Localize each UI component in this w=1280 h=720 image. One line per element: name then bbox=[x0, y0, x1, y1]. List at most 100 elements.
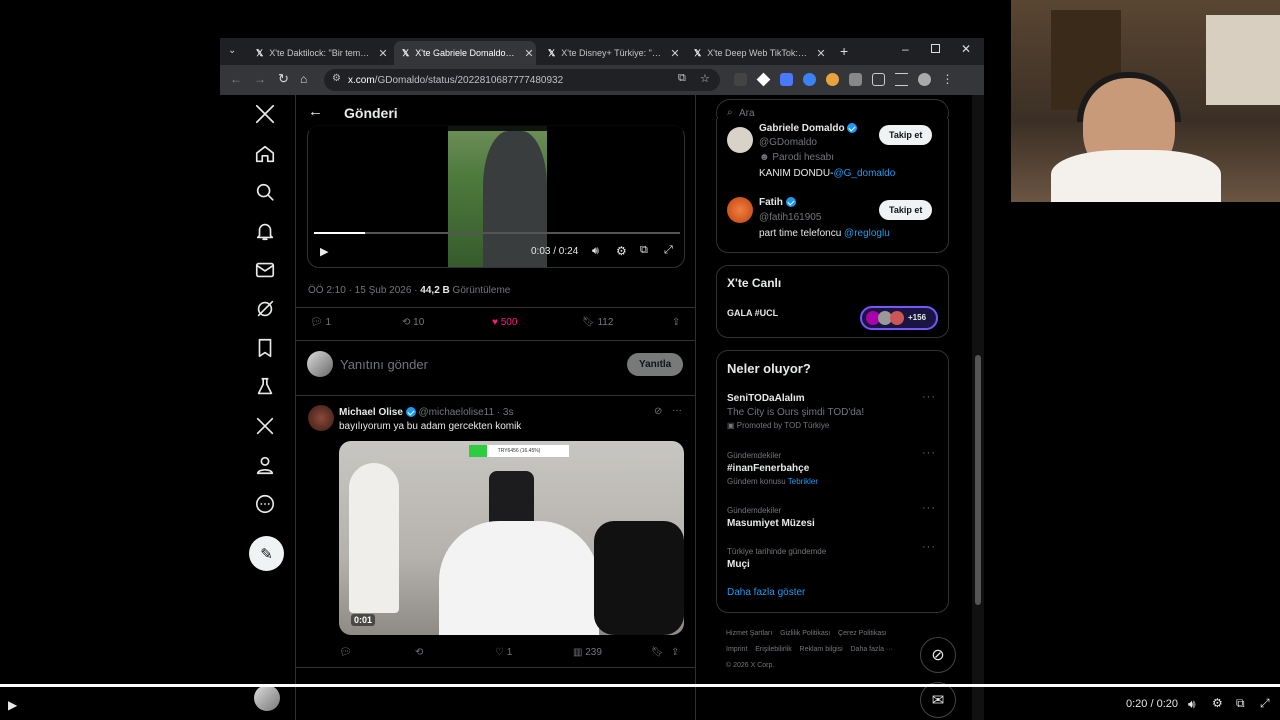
new-tab-icon[interactable]: + bbox=[840, 43, 848, 59]
suggestion-avatar[interactable] bbox=[727, 127, 753, 153]
post-video[interactable]: ▶ 0:03 / 0:24 🔊︎ ⚙ ⧉ ⤢ bbox=[307, 125, 685, 268]
follow-button[interactable]: Takip et bbox=[879, 125, 933, 145]
video-progress-track[interactable] bbox=[314, 232, 680, 234]
scrollbar-thumb[interactable] bbox=[975, 355, 981, 605]
bookmark-star-icon[interactable]: ☆ bbox=[700, 72, 710, 85]
reply-repost-icon[interactable]: ⟲ bbox=[415, 647, 423, 658]
follow-button[interactable]: Takip et bbox=[879, 200, 933, 220]
compose-post-button[interactable]: ✎ bbox=[249, 536, 284, 571]
player-settings-icon[interactable]: ⚙ bbox=[1212, 696, 1223, 710]
settings-gear-icon[interactable]: ⚙ bbox=[616, 244, 627, 258]
reply-author-name[interactable]: Michael Olise bbox=[339, 407, 403, 418]
site-info-icon[interactable]: ⚙ bbox=[332, 73, 341, 84]
tab-2[interactable]: 𝕏 X'te Gabriele Domaldo: "Biz ✕ bbox=[394, 41, 536, 65]
trend-more-icon[interactable]: ··· bbox=[922, 391, 936, 403]
trend-link[interactable]: Tebrikler bbox=[788, 477, 818, 486]
extension-pen-icon[interactable] bbox=[849, 73, 862, 86]
url-field[interactable]: ⚙ x.com/GDomaldo/status/2022810687777480… bbox=[324, 69, 720, 91]
profile-avatar-icon[interactable] bbox=[918, 73, 931, 86]
maximize-icon[interactable] bbox=[931, 44, 940, 53]
trend-item[interactable]: Gündemdekiler #inanFenerbahçe Gündem kon… bbox=[727, 451, 940, 486]
bio-link[interactable]: @regloglu bbox=[844, 228, 890, 239]
back-arrow-icon[interactable]: ← bbox=[308, 103, 323, 120]
trend-item[interactable]: Gündemdekiler Masumiyet Müzesi bbox=[727, 506, 940, 529]
tab-3[interactable]: 𝕏 X'te Disney+ Türkiye: "Aynı ç ✕ bbox=[540, 41, 682, 65]
tab-close-icon[interactable]: ✕ bbox=[814, 47, 828, 60]
bookmarks-icon[interactable] bbox=[254, 337, 278, 361]
tab-1[interactable]: 𝕏 X'te Daktilock: "Bir temizlik ç ✕ bbox=[248, 41, 390, 65]
back-icon[interactable]: ← bbox=[230, 72, 242, 86]
suggestion-name[interactable]: Fatih bbox=[759, 197, 783, 208]
tab-4[interactable]: 𝕏 X'te Deep Web TikTok: "bu a ✕ bbox=[686, 41, 828, 65]
trend-more-icon[interactable]: ··· bbox=[922, 541, 936, 553]
media-controls-icon[interactable] bbox=[895, 73, 908, 86]
explore-search-icon[interactable] bbox=[254, 181, 278, 205]
x-logo-icon[interactable] bbox=[254, 103, 278, 127]
reply-submit-button[interactable]: Yanıtla bbox=[627, 353, 684, 376]
messages-envelope-icon[interactable] bbox=[254, 259, 278, 283]
suggestion-handle[interactable]: @fatih161905 bbox=[759, 212, 821, 223]
tab-close-icon[interactable]: ✕ bbox=[376, 47, 390, 60]
reply-bookmark-icon[interactable]: 🔖︎ bbox=[651, 647, 664, 658]
page-scrollbar[interactable] bbox=[972, 95, 984, 720]
player-pip-icon[interactable]: ⧉ bbox=[1236, 696, 1245, 711]
more-dots-icon[interactable]: ··· bbox=[672, 405, 682, 416]
grok-floating-button[interactable]: ⊘ bbox=[920, 637, 956, 673]
x-premium-icon[interactable] bbox=[254, 415, 278, 439]
footer-link[interactable]: Çerez Politikası bbox=[838, 630, 887, 637]
grok-small-icon[interactable]: ⊘ bbox=[654, 406, 662, 417]
tab-close-icon[interactable]: ✕ bbox=[522, 47, 536, 60]
reply-input[interactable]: Yanıtını gönder bbox=[340, 357, 428, 372]
bookmark-action[interactable]: 🔖︎ 112 bbox=[582, 317, 613, 328]
live-item[interactable]: GALA #UCL bbox=[727, 308, 778, 318]
footer-link[interactable]: Erişilebilirlik bbox=[755, 646, 792, 653]
footer-link[interactable]: Daha fazla ··· bbox=[851, 646, 893, 653]
trend-item[interactable]: SeniTODaAlalım The City is Ours şimdi TO… bbox=[727, 393, 940, 430]
player-play-icon[interactable]: ▶ bbox=[8, 698, 17, 712]
reply-author-handle[interactable]: @michaelolise11 · 3s bbox=[418, 407, 513, 418]
play-icon[interactable]: ▶ bbox=[320, 245, 328, 258]
tab-search-chevron-icon[interactable]: ⌄ bbox=[228, 45, 236, 56]
profile-person-icon[interactable] bbox=[254, 454, 278, 478]
reply-reply-icon[interactable]: 💬︎ bbox=[339, 647, 352, 658]
reply-video[interactable]: TRY6456 (16.45%) 0:01 bbox=[339, 441, 684, 635]
trend-item[interactable]: Türkiye tarihinde gündemde Muçi bbox=[727, 547, 940, 570]
extension-sound-icon[interactable] bbox=[780, 73, 793, 86]
player-fullscreen-icon[interactable]: ⤢ bbox=[1260, 696, 1270, 711]
volume-icon[interactable]: 🔊︎ bbox=[592, 245, 599, 258]
tab-close-icon[interactable]: ✕ bbox=[668, 47, 682, 60]
footer-link[interactable]: Gizlilik Politikası bbox=[780, 630, 830, 637]
suggestion-name[interactable]: Gabriele Domaldo bbox=[759, 123, 845, 134]
extension-circle-icon[interactable] bbox=[803, 73, 816, 86]
window-close-icon[interactable]: ✕ bbox=[961, 42, 971, 56]
footer-link[interactable]: Imprint bbox=[726, 646, 747, 653]
player-volume-icon[interactable]: 🔊︎ bbox=[1188, 697, 1196, 712]
reply-action[interactable]: 💬︎ 1 bbox=[310, 317, 331, 328]
trend-more-icon[interactable]: ··· bbox=[922, 502, 936, 514]
pip-icon[interactable]: ⧉ bbox=[640, 244, 648, 257]
extensions-puzzle-icon[interactable] bbox=[872, 73, 885, 86]
extension-icon[interactable] bbox=[734, 73, 747, 86]
search-input[interactable]: Ara bbox=[739, 108, 755, 119]
reply-like-action[interactable]: ♡ 1 bbox=[495, 647, 512, 658]
bio-link[interactable]: @G_domaldo bbox=[833, 168, 895, 179]
show-more-link[interactable]: Daha fazla göster bbox=[727, 587, 805, 598]
reply-share-icon[interactable]: ⇪ bbox=[671, 647, 679, 658]
footer-link[interactable]: Reklam bilgisi bbox=[800, 646, 843, 653]
player-progress-track[interactable] bbox=[0, 684, 1280, 687]
reply-author-avatar[interactable] bbox=[308, 405, 334, 431]
grok-icon[interactable] bbox=[254, 298, 278, 322]
more-circle-icon[interactable] bbox=[254, 493, 278, 517]
premium-flask-icon[interactable] bbox=[254, 376, 278, 400]
notifications-bell-icon[interactable] bbox=[254, 220, 278, 244]
live-avatars-pill[interactable]: +156 bbox=[860, 306, 938, 330]
suggestion-avatar[interactable] bbox=[727, 197, 753, 223]
minimize-icon[interactable]: – bbox=[902, 42, 909, 56]
forward-icon[interactable]: → bbox=[254, 72, 266, 86]
extension-diamond-icon[interactable] bbox=[756, 72, 771, 87]
home-icon[interactable]: ⌂ bbox=[300, 72, 307, 86]
share-icon[interactable]: ⇪ bbox=[672, 317, 680, 328]
install-app-icon[interactable]: ⧉ bbox=[678, 72, 686, 85]
fullscreen-icon[interactable]: ⤢ bbox=[664, 244, 673, 257]
reload-icon[interactable]: ↻ bbox=[278, 71, 289, 87]
